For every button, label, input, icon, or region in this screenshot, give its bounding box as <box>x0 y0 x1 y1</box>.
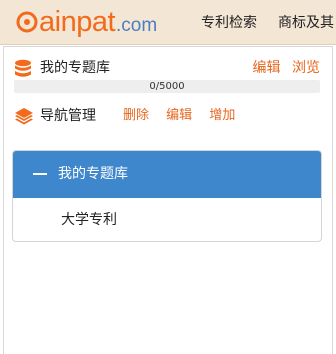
tree-root-label: 我的专题库 <box>58 166 128 182</box>
library-usage-text: 0/5000 <box>149 81 185 92</box>
library-row: 我的专题库 编辑 浏览 <box>14 59 324 77</box>
nav-patent-search[interactable]: 专利检索 <box>201 12 257 32</box>
top-nav: 专利检索 商标及其 <box>201 0 336 44</box>
nav-manage-actions: 删除 编辑 增加 <box>123 106 248 126</box>
nav-manage-title: 导航管理 <box>40 108 96 124</box>
nav-delete-link[interactable]: 删除 <box>123 108 149 123</box>
library-title: 我的专题库 <box>40 60 110 76</box>
top-header: ainpat .com 专利检索 商标及其 <box>0 0 336 45</box>
library-edit-link[interactable]: 编辑 <box>253 60 281 76</box>
ainpat-logo[interactable]: ainpat .com <box>16 6 158 38</box>
nav-manage-row: 导航管理 删除 编辑 增加 <box>14 106 324 126</box>
nav-trademark[interactable]: 商标及其 <box>278 12 334 32</box>
logo-text: ainpat <box>39 6 116 38</box>
nav-add-link[interactable]: 增加 <box>209 108 235 123</box>
layers-icon <box>15 108 33 125</box>
tree-root-node[interactable]: 我的专题库 <box>13 151 321 198</box>
logo-mark-icon <box>16 11 38 33</box>
topic-tree: 我的专题库 大学专利 <box>12 150 322 242</box>
sidebar-panel: 我的专题库 编辑 浏览 0/5000 导航管理 删除 编辑 增加 我的专题库 大… <box>3 46 333 354</box>
database-icon <box>15 59 31 77</box>
library-browse-link[interactable]: 浏览 <box>292 60 320 76</box>
nav-edit-link[interactable]: 编辑 <box>166 108 192 123</box>
collapse-icon[interactable] <box>33 173 47 175</box>
library-actions: 编辑 浏览 <box>246 59 320 77</box>
library-usage-bar: 0/5000 <box>14 80 320 93</box>
logo-domain-text: .com <box>116 15 158 36</box>
tree-item[interactable]: 大学专利 <box>61 198 117 241</box>
